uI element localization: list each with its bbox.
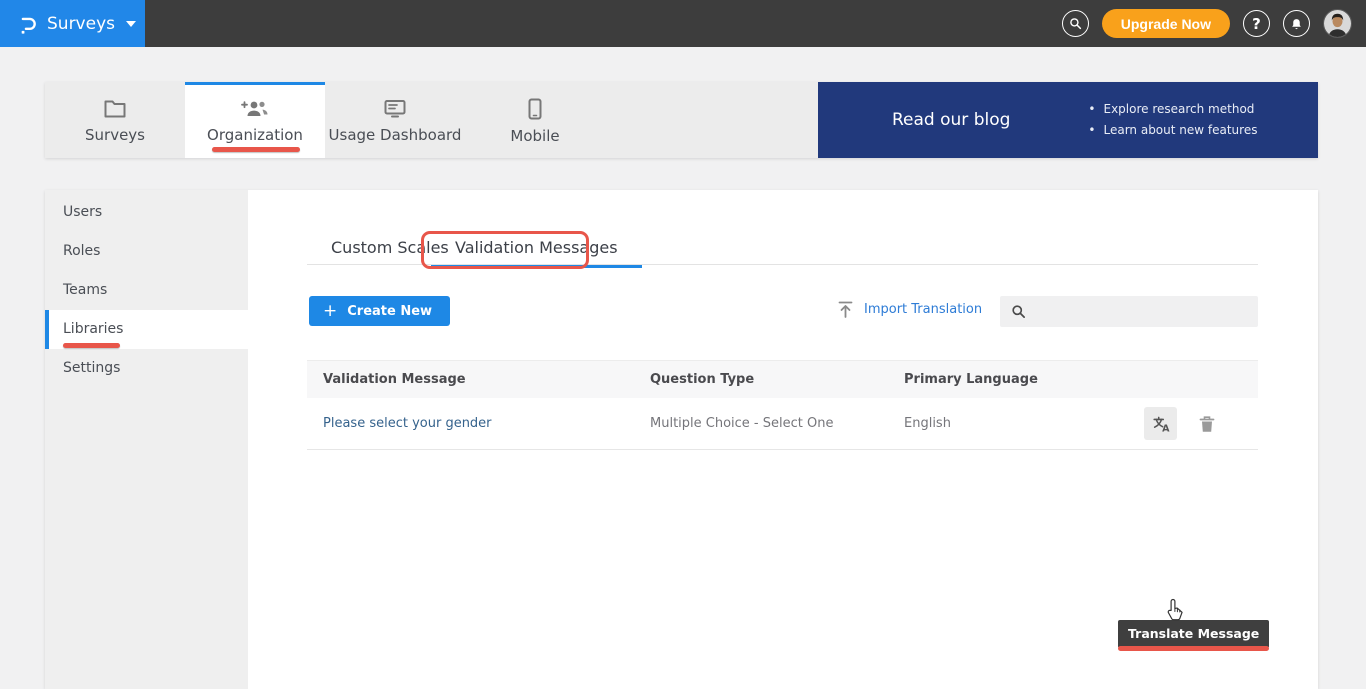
sidebar-item-label: Roles <box>63 243 100 259</box>
trash-icon <box>1199 415 1215 433</box>
primary-language-cell: English <box>904 416 1144 431</box>
user-avatar[interactable] <box>1323 9 1352 38</box>
column-header-question-type: Question Type <box>650 372 904 387</box>
column-header-validation-message: Validation Message <box>307 372 650 387</box>
sidebar-item-users[interactable]: Users <box>45 193 248 232</box>
sidebar-item-label: Libraries <box>63 321 123 337</box>
nav-tab-label: Mobile <box>510 127 559 145</box>
annotation-underline-tooltip <box>1118 646 1269 651</box>
promo-bullet: Explore research method <box>1088 99 1257 120</box>
nav-tab-label: Surveys <box>85 126 145 144</box>
search-input[interactable] <box>1034 304 1234 319</box>
annotation-underline-organization <box>212 147 300 152</box>
upgrade-now-button[interactable]: Upgrade Now <box>1102 9 1230 38</box>
question-mark-icon: ? <box>1252 15 1261 33</box>
sidebar-item-libraries[interactable]: Libraries <box>45 310 248 349</box>
sidebar-item-label: Users <box>63 204 102 220</box>
translate-message-tooltip: Translate Message <box>1118 620 1269 648</box>
search-button[interactable] <box>1062 10 1089 37</box>
nav-tab-surveys[interactable]: Surveys <box>45 82 185 158</box>
create-new-label: Create New <box>347 304 432 319</box>
hand-pointer-cursor <box>1165 598 1185 622</box>
toolbar: + Create New Import Translation <box>307 296 1258 327</box>
sidebar-item-label: Settings <box>63 360 120 376</box>
main-panel: Users Roles Teams Libraries Settings Cus… <box>45 190 1318 689</box>
plus-icon: + <box>323 301 337 321</box>
delete-button[interactable] <box>1190 407 1223 440</box>
table-header: Validation Message Question Type Primary… <box>307 360 1258 398</box>
promo-bullet: Learn about new features <box>1088 120 1257 141</box>
table-search[interactable] <box>1000 296 1258 327</box>
create-new-button[interactable]: + Create New <box>309 296 450 326</box>
bell-icon <box>1290 17 1303 31</box>
nav-tab-usage-dashboard[interactable]: Usage Dashboard <box>325 82 465 158</box>
upload-icon <box>838 301 853 318</box>
column-header-primary-language: Primary Language <box>904 372 1144 387</box>
sidebar-item-label: Teams <box>63 282 107 298</box>
question-type-cell: Multiple Choice - Select One <box>650 416 904 431</box>
product-menu-label: Surveys <box>47 14 115 34</box>
notifications-button[interactable] <box>1283 10 1310 37</box>
tab-validation-messages[interactable]: Validation Messages <box>431 238 642 268</box>
product-menu[interactable]: Surveys <box>0 0 145 47</box>
search-icon <box>1011 304 1026 319</box>
translate-icon: A <box>1151 414 1171 434</box>
top-bar: Surveys Upgrade Now ? <box>0 0 1366 47</box>
validation-messages-table: Validation Message Question Type Primary… <box>307 360 1258 450</box>
module-nav-bar: Surveys Organization Usage Dashboard Mob… <box>45 82 1318 158</box>
mobile-icon <box>527 98 543 120</box>
import-translation-label: Import Translation <box>864 302 982 317</box>
nav-tab-label: Usage Dashboard <box>329 126 462 144</box>
blog-promo-banner[interactable]: Read our blog Explore research method Le… <box>818 82 1318 158</box>
nav-tab-label: Organization <box>207 126 303 144</box>
validation-message-link[interactable]: Please select your gender <box>307 416 650 431</box>
table-row: Please select your gender Multiple Choic… <box>307 398 1258 450</box>
nav-tab-mobile[interactable]: Mobile <box>465 82 605 158</box>
tooltip-label: Translate Message <box>1128 626 1259 641</box>
nav-tab-organization[interactable]: Organization <box>185 82 325 158</box>
annotation-underline-libraries <box>63 343 120 348</box>
folder-icon <box>103 99 127 119</box>
search-icon <box>1069 17 1082 30</box>
translate-message-button[interactable]: A <box>1144 407 1177 440</box>
chevron-down-icon <box>126 21 136 27</box>
import-translation-link[interactable]: Import Translation <box>838 301 982 318</box>
sidebar-item-roles[interactable]: Roles <box>45 232 248 271</box>
libraries-content: Custom Scales Validation Messages + Crea… <box>248 190 1318 689</box>
help-button[interactable]: ? <box>1243 10 1270 37</box>
svg-text:A: A <box>1162 423 1170 433</box>
dashboard-icon <box>383 99 407 119</box>
promo-title: Read our blog <box>892 110 1010 130</box>
sidebar-item-teams[interactable]: Teams <box>45 271 248 310</box>
sidebar-item-settings[interactable]: Settings <box>45 349 248 388</box>
questionpro-logo-icon <box>16 12 38 36</box>
library-tabs: Custom Scales Validation Messages <box>307 238 1258 265</box>
add-people-icon <box>241 99 269 119</box>
settings-sidebar: Users Roles Teams Libraries Settings <box>45 190 248 689</box>
promo-bullet-list: Explore research method Learn about new … <box>1088 99 1257 141</box>
